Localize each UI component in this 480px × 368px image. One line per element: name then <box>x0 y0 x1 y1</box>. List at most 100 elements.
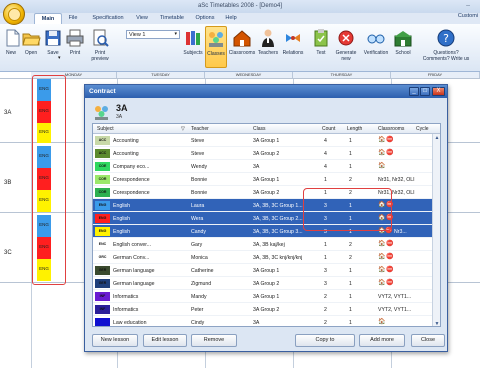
sort-arrow-icon: ▽ <box>181 126 185 132</box>
print-preview-button[interactable]: Print preview <box>87 26 113 68</box>
lesson-row[interactable]: COE Company eco... Wendy 3A 4 1 🏠 <box>93 160 434 173</box>
svg-text:?: ? <box>443 32 449 45</box>
tab-specification[interactable]: Specification <box>88 13 128 24</box>
cell-class: 3A Group 1 <box>253 294 280 300</box>
column-cycle[interactable]: Cycle <box>416 126 429 132</box>
view-select[interactable]: View 1 ▾ <box>126 30 180 39</box>
test-button[interactable]: Test <box>311 26 331 68</box>
cell-count: 1 <box>324 255 327 261</box>
cell-subject: Corespondence <box>113 177 150 183</box>
tab-timetable[interactable]: Timetable <box>156 13 188 24</box>
column-count[interactable]: Count <box>322 126 335 132</box>
subject-color-icon: ENC <box>95 240 110 249</box>
edit-lesson-button[interactable]: Edit lesson <box>143 334 187 347</box>
subject-color-icon: COR <box>95 188 110 197</box>
generate-icon <box>338 30 354 46</box>
lesson-row[interactable]: ACC Accounting Steve 3A Group 1 4 1 🏠 ⛔ <box>93 134 434 147</box>
cell-class: 3A Group 2 <box>253 281 280 287</box>
cell-teacher: Monica <box>191 255 208 261</box>
cell-class: 3A Group 2 <box>253 151 280 157</box>
lesson-row[interactable]: COR Corespondence Bonnie 3A Group 1 1 2 Nr31, … <box>93 173 434 186</box>
cell-count: 4 <box>324 138 327 144</box>
dialog-minimize-button[interactable]: _ <box>409 87 419 96</box>
subject-color-icon: ACC <box>95 136 110 145</box>
lesson-row[interactable]: GER German language Zigmund 3A Group 2 3 1 🏠 ⛔ <box>93 277 434 290</box>
subject-color-icon: ACC <box>95 149 110 158</box>
new-lesson-button[interactable]: New lesson <box>92 334 138 347</box>
cell-count: 4 <box>324 151 327 157</box>
customize-link[interactable]: Customi <box>458 13 478 19</box>
questions-comments-button[interactable]: ? Questions? Comments? Write us <box>420 26 472 68</box>
subject-color-icon: ENG <box>95 201 110 210</box>
class-row-3c[interactable]: 3C <box>4 250 12 256</box>
new-button[interactable]: New <box>2 26 20 68</box>
teachers-button[interactable]: Teachers <box>257 26 279 68</box>
cell-count: 4 <box>324 164 327 170</box>
lesson-row[interactable]: INF Informatics Mandy 3A Group 1 2 1 VYT2, VYT… <box>93 290 434 303</box>
scroll-up-icon[interactable]: ▲ <box>433 134 440 142</box>
lesson-row[interactable]: GRC German Conv... Monica 3A, 3B, 3C knj/kn… <box>93 251 434 264</box>
open-button[interactable]: Open <box>21 26 41 68</box>
tab-file[interactable]: File <box>64 13 82 24</box>
add-more-button[interactable]: Add more <box>359 334 405 347</box>
lesson-row[interactable]: ACC Accounting Steve 3A Group 2 4 1 🏠 ⛔ <box>93 147 434 160</box>
cell-subject: German language <box>113 268 155 274</box>
save-button[interactable]: Save ▾ <box>43 26 63 68</box>
cell-class: 3A <box>253 164 260 170</box>
print-button[interactable]: Print <box>65 26 85 68</box>
teacher-icon <box>262 29 274 47</box>
cell-class: 3A, 3B kaj/kej <box>253 242 285 248</box>
books-icon <box>186 31 200 45</box>
tab-main[interactable]: Main <box>34 13 62 24</box>
tab-view[interactable]: View <box>132 13 152 24</box>
chevron-down-icon: ▾ <box>174 31 177 37</box>
no-entry-icon: ⛔ <box>386 254 394 260</box>
cell-subject: English <box>113 229 131 235</box>
school-button[interactable]: School <box>392 26 414 68</box>
cell-teacher: Cindy <box>191 320 205 326</box>
cell-subject: Company eco... <box>113 164 150 170</box>
generate-new-button[interactable]: Generate new <box>333 26 359 68</box>
column-class[interactable]: Class <box>253 126 266 132</box>
column-length[interactable]: Length <box>347 126 362 132</box>
classes-button[interactable]: Classes <box>205 26 227 68</box>
lesson-row[interactable]: Law education Cindy 3A 2 1 🏠 <box>93 316 434 326</box>
printer-icon <box>66 29 84 47</box>
verification-button[interactable]: Verification <box>361 26 391 68</box>
copy-to-button[interactable]: Copy to <box>295 334 355 347</box>
dialog-maximize-button[interactable]: □ <box>420 87 430 96</box>
close-button[interactable]: Close <box>411 334 445 347</box>
class-row-3b[interactable]: 3B <box>4 180 11 186</box>
cell-class: 3A Group 1 <box>253 268 280 274</box>
cell-teacher: Candy <box>191 229 206 235</box>
relations-button[interactable]: Relations <box>280 26 306 68</box>
dialog-title-bar[interactable]: Contract _ □ X <box>85 85 447 98</box>
subject-color-icon: ENG <box>95 214 110 223</box>
cell-length: 1 <box>349 151 352 157</box>
remove-button[interactable]: Remove <box>191 334 237 347</box>
subject-color-icon: ENG <box>95 227 110 236</box>
classrooms-button[interactable]: Classrooms <box>228 26 256 68</box>
lesson-row[interactable]: INF Informatics Peter 3A Group 2 2 1 VYT2, VYT… <box>93 303 434 316</box>
cell-subject: Accounting <box>113 151 139 157</box>
cell-count: 1 <box>324 177 327 183</box>
verification-glasses-icon <box>367 34 385 44</box>
column-teacher[interactable]: Teacher <box>191 126 209 132</box>
cell-length: 1 <box>349 307 352 313</box>
subjects-button[interactable]: Subjects <box>182 26 204 68</box>
class-row-3a[interactable]: 3A <box>4 110 11 116</box>
list-scrollbar[interactable]: ▲ ▼ <box>432 134 440 326</box>
column-classrooms[interactable]: Classrooms <box>378 126 404 132</box>
scroll-down-icon[interactable]: ▼ <box>433 320 440 326</box>
tab-help[interactable]: Help <box>221 13 241 24</box>
minimize-button[interactable]: – <box>466 2 470 9</box>
tab-options[interactable]: Options <box>192 13 218 24</box>
dialog-close-icon[interactable]: X <box>432 87 445 96</box>
classes-people-icon <box>209 32 223 47</box>
column-subject[interactable]: Subject <box>97 126 114 132</box>
save-dropdown-icon[interactable]: ▾ <box>58 55 61 61</box>
subject-color-icon: GER <box>95 279 110 288</box>
lesson-row[interactable]: GER German language Catherine 3A Group 1 3 1 🏠… <box>93 264 434 277</box>
lesson-row[interactable]: ENC English conver... Gary 3A, 3B kaj/kej 1 2… <box>93 238 434 251</box>
app-menu-orb-icon[interactable] <box>3 3 25 25</box>
